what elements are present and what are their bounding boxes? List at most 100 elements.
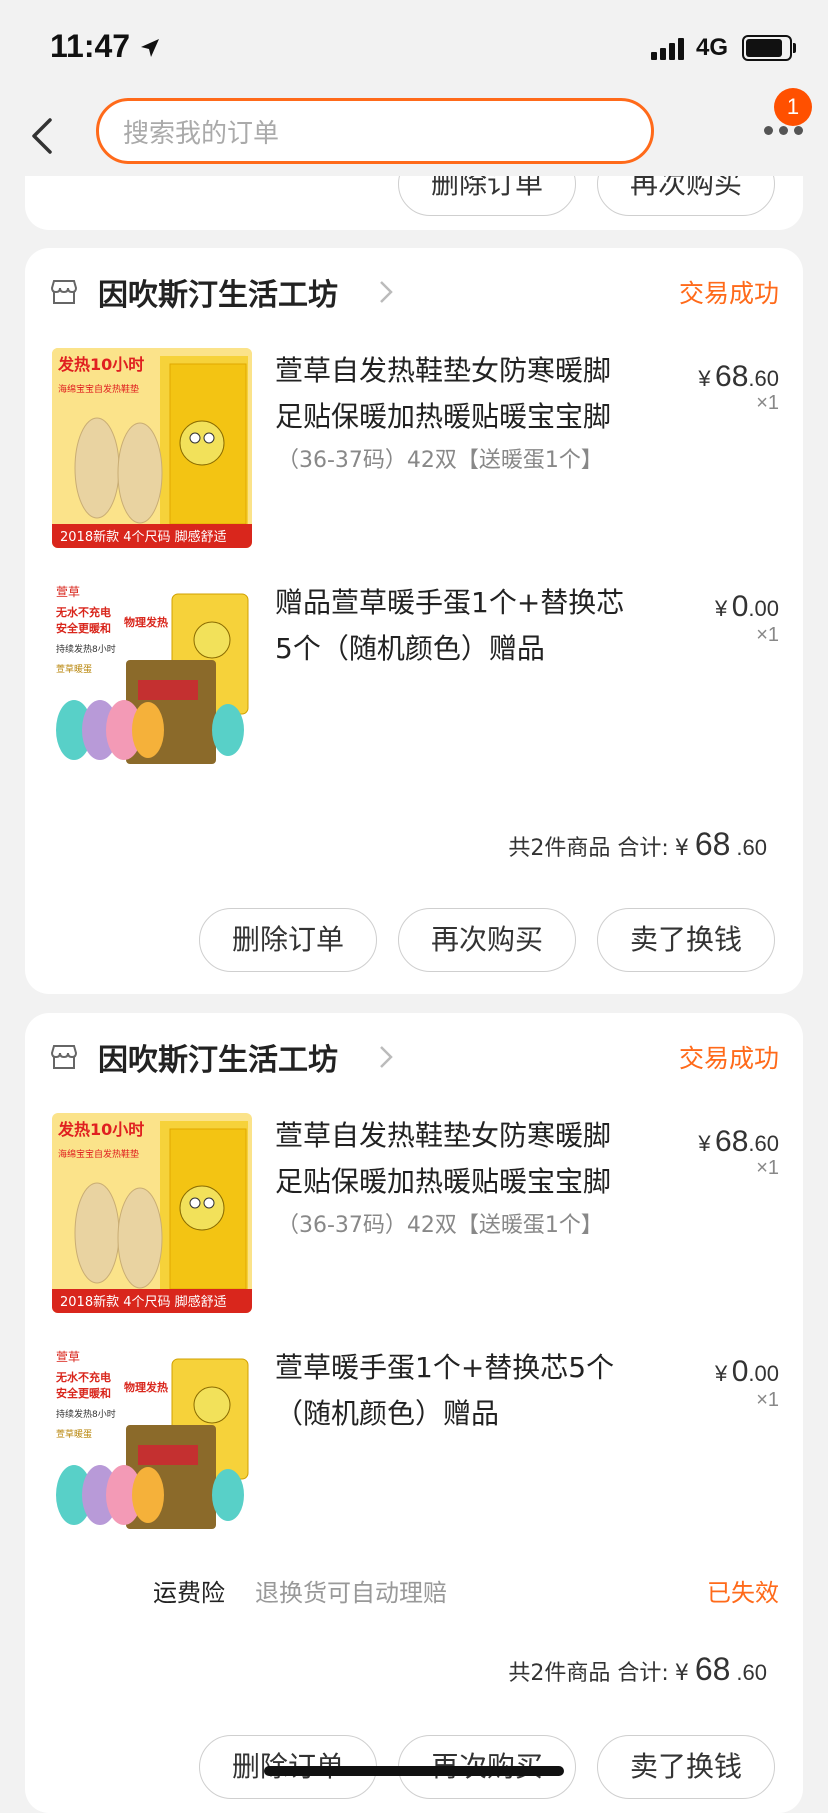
shop-header[interactable]: 因吹斯汀生活工坊 交易成功 [25, 248, 803, 336]
order-card[interactable]: 因吹斯汀生活工坊 交易成功 发热10小时 海绵宝宝自发热鞋垫 2018新款 4个… [25, 248, 803, 994]
egg-pack-text: 萱草暖蛋 [56, 1428, 92, 1440]
status-bar: 11:47 4G [0, 0, 828, 96]
total-label: 共2件商品 合计: [508, 1661, 669, 1686]
chevron-right-icon [380, 1046, 393, 1068]
status-time: 11:47 [50, 28, 161, 65]
notification-badge: 1 [774, 88, 812, 126]
insurance-description: 退换货可自动理赔 [255, 1579, 447, 1607]
item-title-line: （随机颜色）赠品 [275, 1397, 500, 1430]
order-total: 共2件商品 合计: ¥ 68.60 [508, 826, 767, 863]
hand-warmer-product-image: 萱草 无水不充电 安全更暖和 物理发热 持续发热8小时 萱草暖蛋 [52, 580, 252, 780]
price-integer: 0 [731, 1355, 749, 1388]
insurance-status: 已失效 [707, 1579, 779, 1607]
total-symbol: ¥ [674, 836, 689, 861]
egg-tag-text: 无水不充电 [55, 1370, 111, 1384]
egg-tag-text: 持续发热8小时 [56, 643, 116, 655]
item-quantity: ×1 [756, 624, 779, 646]
insole-sub-text: 海绵宝宝自发热鞋垫 [58, 1148, 139, 1160]
egg-tag-text: 安全更暖和 [56, 1386, 111, 1400]
order-card[interactable]: 因吹斯汀生活工坊 交易成功 发热10小时 海绵宝宝自发热鞋垫 2018新款 4个… [25, 1013, 803, 1813]
store-icon [50, 280, 78, 304]
chevron-right-icon [380, 281, 393, 303]
item-price: ¥ 0.00 [715, 1355, 779, 1389]
price-decimal: .00 [748, 1361, 779, 1386]
total-symbol: ¥ [674, 1661, 689, 1686]
price-integer: 68 [715, 1125, 749, 1158]
hand-warmer-product-image: 萱草 无水不充电 安全更暖和 物理发热 持续发热8小时 萱草暖蛋 [52, 1345, 252, 1545]
shop-name[interactable]: 因吹斯汀生活工坊 [98, 270, 338, 314]
total-integer: 68 [694, 826, 731, 862]
product-thumbnail[interactable]: 发热10小时 海绵宝宝自发热鞋垫 2018新款 4个尺码 脚感舒适 [52, 348, 252, 548]
search-placeholder: 搜索我的订单 [123, 118, 280, 149]
insole-footer-text: 2018新款 4个尺码 脚感舒适 [60, 529, 227, 545]
total-integer: 68 [694, 1651, 731, 1687]
egg-tag-text: 物理发热 [124, 615, 168, 629]
price-decimal: .60 [748, 1131, 779, 1156]
sell-for-cash-button[interactable]: 卖了换钱 [597, 908, 775, 972]
store-icon [50, 1045, 78, 1069]
product-thumbnail[interactable]: 萱草 无水不充电 安全更暖和 物理发热 持续发热8小时 萱草暖蛋 [52, 1345, 252, 1545]
item-price: ¥ 0.00 [715, 590, 779, 624]
price-decimal: .60 [748, 366, 779, 391]
item-title-line: 足贴保暖加热暖贴暖宝宝脚 [275, 1165, 612, 1198]
total-decimal: .60 [736, 1660, 767, 1685]
order-item[interactable]: 发热10小时 海绵宝宝自发热鞋垫 2018新款 4个尺码 脚感舒适 萱草自发热鞋… [25, 1113, 803, 1313]
price-integer: 68 [715, 360, 749, 393]
item-title-line: 5个（随机颜色）赠品 [275, 632, 545, 665]
total-label: 共2件商品 合计: [508, 836, 669, 861]
item-spec: （36-37码）42双【送暖蛋1个】 [277, 1213, 603, 1238]
product-thumbnail[interactable]: 萱草 无水不充电 安全更暖和 物理发热 持续发热8小时 萱草暖蛋 [52, 580, 252, 780]
buy-again-button[interactable]: 再次购买 [398, 908, 576, 972]
item-title[interactable]: 赠品萱草暖手蛋1个+替换芯 5个（随机颜色）赠品 [275, 580, 675, 672]
product-thumbnail[interactable]: 发热10小时 海绵宝宝自发热鞋垫 2018新款 4个尺码 脚感舒适 [52, 1113, 252, 1313]
item-title-line: 足贴保暖加热暖贴暖宝宝脚 [275, 400, 612, 433]
egg-tag-text: 持续发热8小时 [56, 1408, 116, 1420]
location-arrow-icon [140, 39, 159, 57]
price-symbol: ¥ [715, 1361, 728, 1386]
order-item[interactable]: 萱草 无水不充电 安全更暖和 物理发热 持续发热8小时 萱草暖蛋 [25, 580, 803, 780]
egg-brand-text: 萱草 [56, 585, 80, 599]
item-quantity: ×1 [756, 1157, 779, 1179]
item-price: ¥ 68.60 [698, 1125, 779, 1159]
egg-brand-text: 萱草 [56, 1350, 80, 1364]
insole-footer-text: 2018新款 4个尺码 脚感舒适 [60, 1294, 227, 1310]
order-item[interactable]: 萱草 无水不充电 安全更暖和 物理发热 持续发热8小时 萱草暖蛋 [25, 1345, 803, 1545]
insole-product-image: 发热10小时 海绵宝宝自发热鞋垫 2018新款 4个尺码 脚感舒适 [52, 348, 252, 548]
item-quantity: ×1 [756, 392, 779, 414]
order-status: 交易成功 [678, 1044, 779, 1073]
item-title[interactable]: 萱草自发热鞋垫女防寒暖脚 足贴保暖加热暖贴暖宝宝脚 [275, 348, 675, 440]
item-price: ¥ 68.60 [698, 360, 779, 394]
delete-order-button[interactable]: 删除订单 [199, 908, 377, 972]
cellular-signal-icon [650, 36, 684, 60]
order-list: 删除订单 再次购买 因吹斯汀生活工坊 交易成功 发热10小时 海绵宝宝自发热鞋垫… [0, 0, 828, 1813]
item-title-line: 赠品萱草暖手蛋1个+替换芯 [275, 586, 625, 619]
egg-tag-text: 物理发热 [124, 1380, 168, 1394]
order-item[interactable]: 发热10小时 海绵宝宝自发热鞋垫 2018新款 4个尺码 脚感舒适 萱草自发热鞋… [25, 348, 803, 548]
price-symbol: ¥ [698, 1131, 711, 1156]
price-symbol: ¥ [715, 596, 728, 621]
item-title[interactable]: 萱草自发热鞋垫女防寒暖脚 足贴保暖加热暖贴暖宝宝脚 [275, 1113, 675, 1205]
back-arrow-icon[interactable] [26, 114, 66, 158]
insole-product-image: 发热10小时 海绵宝宝自发热鞋垫 2018新款 4个尺码 脚感舒适 [52, 1113, 252, 1313]
item-title-line: 萱草自发热鞋垫女防寒暖脚 [275, 354, 612, 387]
network-type: 4G [695, 34, 728, 61]
order-status: 交易成功 [678, 279, 779, 308]
battery-icon [742, 35, 796, 61]
item-title[interactable]: 萱草暖手蛋1个+替换芯5个 （随机颜色）赠品 [275, 1345, 675, 1437]
price-integer: 0 [731, 590, 749, 623]
shop-name[interactable]: 因吹斯汀生活工坊 [98, 1035, 338, 1079]
egg-tag-text: 安全更暖和 [56, 621, 111, 635]
item-quantity: ×1 [756, 1389, 779, 1411]
clock-text: 11:47 [50, 28, 131, 64]
price-symbol: ¥ [698, 366, 711, 391]
more-options-icon[interactable] [764, 126, 804, 138]
insole-banner-text: 发热10小时 [57, 355, 144, 374]
insurance-label: 运费险 [153, 1579, 225, 1607]
total-decimal: .60 [736, 835, 767, 860]
price-decimal: .00 [748, 596, 779, 621]
sell-for-cash-button[interactable]: 卖了换钱 [597, 1735, 775, 1799]
search-input[interactable]: 搜索我的订单 [96, 98, 654, 164]
home-indicator [264, 1766, 564, 1776]
navigation-bar: 搜索我的订单 1 [0, 88, 828, 176]
shop-header[interactable]: 因吹斯汀生活工坊 交易成功 [25, 1013, 803, 1101]
